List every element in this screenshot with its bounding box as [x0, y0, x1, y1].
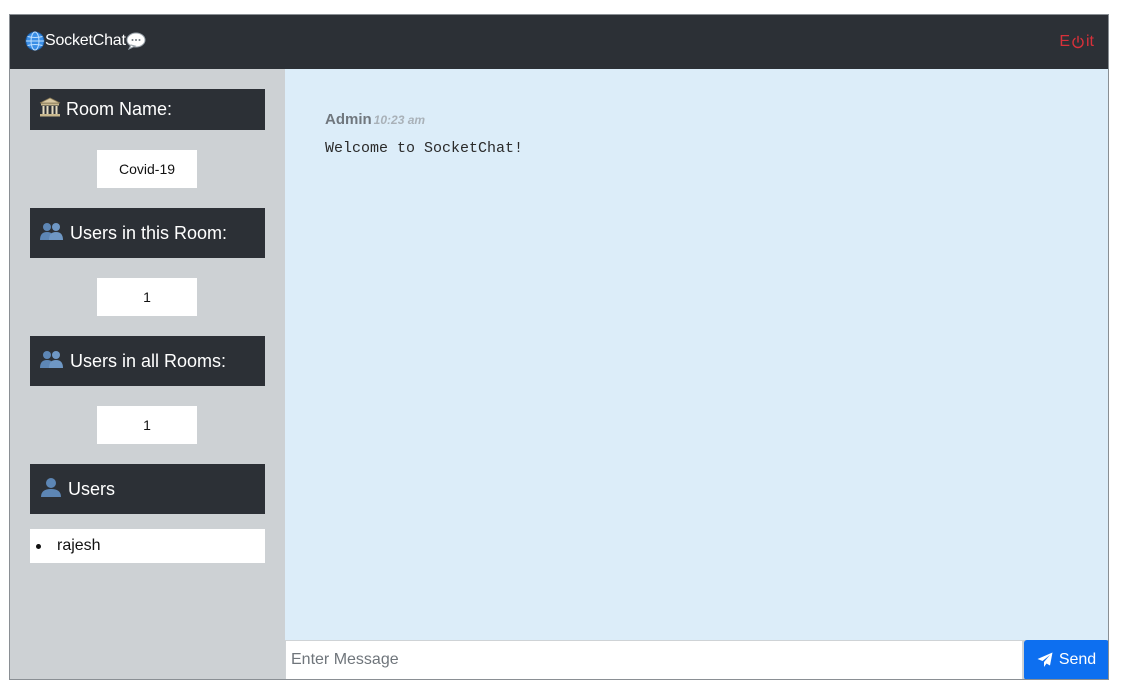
- bust-icon: [39, 476, 63, 503]
- all-users-header: Users in all Rooms:: [30, 336, 265, 386]
- globe-icon: [25, 31, 45, 51]
- exit-label-start: E: [1059, 33, 1070, 50]
- app-window: SocketChat E it Room Name: Covid-19 User…: [9, 14, 1109, 680]
- sidebar: Room Name: Covid-19 Users in this Room: …: [10, 69, 285, 679]
- room-name-value: Covid-19: [97, 150, 197, 188]
- user-name: rajesh: [57, 537, 101, 554]
- brand-text: SocketChat: [45, 32, 126, 49]
- room-name-header: Room Name:: [30, 89, 265, 130]
- room-users-header-label: Users in this Room:: [70, 222, 228, 243]
- message-text: Welcome to SocketChat!: [325, 140, 524, 157]
- list-item: rajesh: [30, 529, 265, 563]
- busts-icon: [39, 349, 65, 374]
- send-button[interactable]: Send: [1024, 640, 1108, 679]
- send-button-label: Send: [1058, 651, 1097, 668]
- chat-messages[interactable]: Admin 10:23 am Welcome to SocketChat!: [285, 69, 1108, 640]
- exit-label-end: it: [1086, 33, 1094, 50]
- speech-bubble-icon: [126, 32, 146, 51]
- room-users-header: Users in this Room:: [30, 208, 265, 258]
- all-users-count: 1: [97, 406, 197, 444]
- all-users-header-label: Users in all Rooms:: [70, 350, 227, 371]
- message-composer: Send: [285, 640, 1108, 679]
- room-users-count: 1: [97, 278, 197, 316]
- exit-button[interactable]: E it: [1059, 33, 1094, 51]
- power-icon: [1072, 35, 1084, 49]
- paper-plane-icon: [1037, 652, 1053, 667]
- brand-link[interactable]: SocketChat: [25, 31, 146, 51]
- users-list: rajesh: [30, 529, 265, 563]
- busts-icon: [39, 221, 65, 246]
- classical-building-icon: [39, 96, 61, 123]
- message-time: 10:23 am: [373, 113, 426, 127]
- message-author: Admin: [325, 111, 372, 128]
- navbar: SocketChat E it: [10, 15, 1108, 69]
- message-meta: Admin 10:23 am: [325, 111, 523, 128]
- message: Admin 10:23 am Welcome to SocketChat!: [325, 111, 523, 157]
- room-name-header-label: Room Name:: [66, 99, 173, 119]
- users-header: Users: [30, 464, 265, 514]
- message-input[interactable]: [285, 640, 1023, 679]
- bullet: [36, 543, 41, 549]
- users-header-label: Users: [68, 478, 116, 499]
